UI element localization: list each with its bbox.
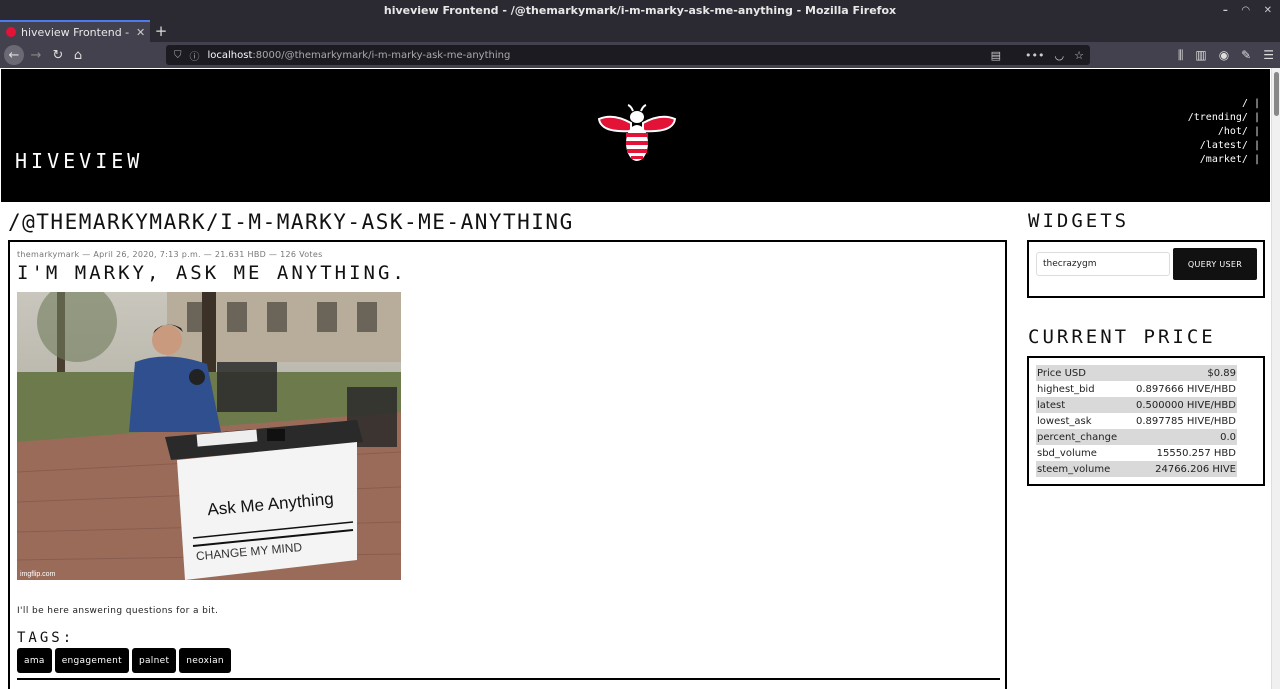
tag-list: ama engagement palnet neoxian (17, 648, 231, 673)
nav-link-market[interactable]: /market/ | (1188, 153, 1260, 167)
price-label: percent_change (1036, 429, 1126, 445)
hive-bee-logo-icon[interactable] (597, 103, 677, 165)
menu-icon[interactable]: ☰ (1263, 48, 1274, 62)
price-value: 0.897785 HIVE/HBD (1136, 415, 1236, 427)
table-row: Price USD $0.89 (1036, 365, 1237, 381)
price-value: 0.500000 HIVE/HBD (1125, 397, 1237, 413)
price-label: latest (1036, 397, 1126, 413)
browser-tab[interactable]: hiveview Frontend - /@themarkymark/i-m-m… (0, 20, 150, 42)
tag-engagement[interactable]: engagement (54, 648, 129, 673)
tab-bar: hiveview Frontend - /@themarkymark/i-m-m… (0, 20, 1280, 42)
page-scrollbar[interactable] (1271, 68, 1280, 689)
url-path: :8000/@themarkymark/i-m-marky-ask-me-any… (252, 49, 511, 61)
url-bar[interactable]: ⛉ ⓘ localhost:8000/@themarkymark/i-m-mar… (166, 45, 1090, 65)
price-value: 0.0 (1125, 429, 1237, 445)
library-icon[interactable]: ⫼ (1178, 48, 1184, 63)
favicon-icon (6, 27, 16, 37)
url-actions: ▤ ••• ◡ ☆ (991, 45, 1084, 65)
tag-palnet[interactable]: palnet (131, 648, 177, 673)
price-label: lowest_ask (1037, 415, 1092, 427)
table-row: percent_change 0.0 (1036, 429, 1237, 445)
sidebar-icon[interactable]: ▥ (1195, 48, 1206, 62)
home-icon[interactable]: ⌂ (68, 45, 88, 65)
price-value: 15550.257 HBD (1156, 447, 1236, 459)
table-row: steem_volume 24766.206 HIVE (1036, 461, 1237, 477)
shield-icon[interactable]: ⛉ (174, 50, 182, 61)
account-icon[interactable]: ◉ (1219, 48, 1229, 62)
nav-link-trending[interactable]: /trending/ | (1188, 111, 1260, 125)
page-actions-icon[interactable]: ••• (1025, 49, 1044, 62)
close-tab-icon[interactable]: ✕ (136, 26, 145, 39)
price-value: 0.897666 HIVE/HBD (1136, 383, 1236, 395)
reader-view-icon[interactable]: ▤ (991, 49, 1001, 62)
close-window-icon[interactable]: ✕ (1264, 5, 1272, 16)
page-viewport: HIVEVIEW / | /trending/ | /hot/ | /lates… (0, 68, 1280, 689)
username-input[interactable] (1036, 252, 1170, 276)
info-icon[interactable]: ⓘ (190, 48, 200, 63)
back-arrow-icon[interactable]: ← (4, 45, 24, 65)
price-label: highest_bid (1037, 383, 1095, 395)
price-table: Price USD $0.89 highest_bid 0.897666 HIVE/… (1036, 365, 1237, 477)
site-header: HIVEVIEW / | /trending/ | /hot/ | /lates… (1, 69, 1270, 202)
pocket-icon[interactable]: ◡ (1055, 49, 1065, 62)
table-row: sbd_volume 15550.257 HBD (1036, 445, 1237, 461)
tab-title: hiveview Frontend - /@themarkymark/i-m-m… (21, 25, 131, 39)
tag-neoxian[interactable]: neoxian (179, 648, 231, 673)
table-row: highest_bid 0.897666 HIVE/HBD (1036, 381, 1237, 397)
user-query-widget: QUERY USER (1027, 240, 1265, 298)
window-title: hiveview Frontend - /@themarkymark/i-m-m… (383, 3, 897, 17)
image-watermark: imgflip.com (20, 571, 56, 578)
price-widget: Price USD $0.89 highest_bid 0.897666 HIVE/… (1027, 356, 1265, 486)
price-value: 24766.206 HIVE (1125, 461, 1237, 477)
url-host: localhost (207, 49, 253, 61)
post-meta: themarkymark — April 26, 2020, 7:13 p.m.… (17, 250, 323, 259)
site-brand[interactable]: HIVEVIEW (15, 149, 143, 173)
widgets-heading: WIDGETS (1028, 210, 1130, 232)
nav-link-latest[interactable]: /latest/ | (1188, 139, 1260, 153)
post-card: themarkymark — April 26, 2020, 7:13 p.m.… (8, 240, 1007, 689)
nav-link-home[interactable]: / | (1188, 97, 1260, 111)
tags-label: TAGS: (17, 630, 75, 646)
post-title: I'M MARKY, ASK ME ANYTHING. (17, 262, 407, 284)
reload-icon[interactable]: ↻ (48, 45, 68, 65)
table-row: latest 0.500000 HIVE/HBD (1036, 397, 1237, 413)
nav-link-hot[interactable]: /hot/ | (1188, 125, 1260, 139)
page-title: /@THEMARKYMARK/I-M-MARKY-ASK-ME-ANYTHING (8, 210, 574, 234)
meme-image-illustration: Ask Me Anything CHANGE MY MIND imgflip.c… (17, 292, 401, 580)
query-user-button[interactable]: QUERY USER (1173, 248, 1257, 280)
toolbar-right: ⫼ ▥ ◉ ✎ ☰ (1178, 42, 1274, 68)
post-body: I'll be here answering questions for a b… (17, 606, 219, 616)
price-label: Price USD (1036, 365, 1126, 381)
price-value: $0.89 (1125, 365, 1237, 381)
nav-bar: ← → ↻ ⌂ ⛉ ⓘ localhost:8000/@themarkymark… (0, 42, 1280, 68)
window-titlebar: hiveview Frontend - /@themarkymark/i-m-m… (0, 0, 1280, 20)
maximize-icon[interactable]: ◠ (1242, 5, 1250, 16)
table-row: lowest_ask 0.897785 HIVE/HBD (1036, 413, 1237, 429)
new-tab-icon[interactable]: + (154, 20, 168, 42)
scrollbar-thumb[interactable] (1274, 72, 1279, 116)
window-controls: – ◠ ✕ (1223, 0, 1272, 20)
forward-arrow-icon[interactable]: → (26, 45, 46, 65)
price-label: steem_volume (1036, 461, 1126, 477)
post-divider (17, 678, 1000, 680)
tag-ama[interactable]: ama (17, 648, 52, 673)
minimize-icon[interactable]: – (1223, 5, 1228, 16)
price-label: sbd_volume (1037, 447, 1097, 459)
bookmark-star-icon[interactable]: ☆ (1074, 49, 1084, 62)
post-image: Ask Me Anything CHANGE MY MIND imgflip.c… (17, 292, 401, 580)
extension-icon[interactable]: ✎ (1241, 48, 1251, 62)
top-nav: / | /trending/ | /hot/ | /latest/ | /mar… (1188, 97, 1260, 167)
current-price-heading: CURRENT PRICE (1028, 326, 1216, 348)
